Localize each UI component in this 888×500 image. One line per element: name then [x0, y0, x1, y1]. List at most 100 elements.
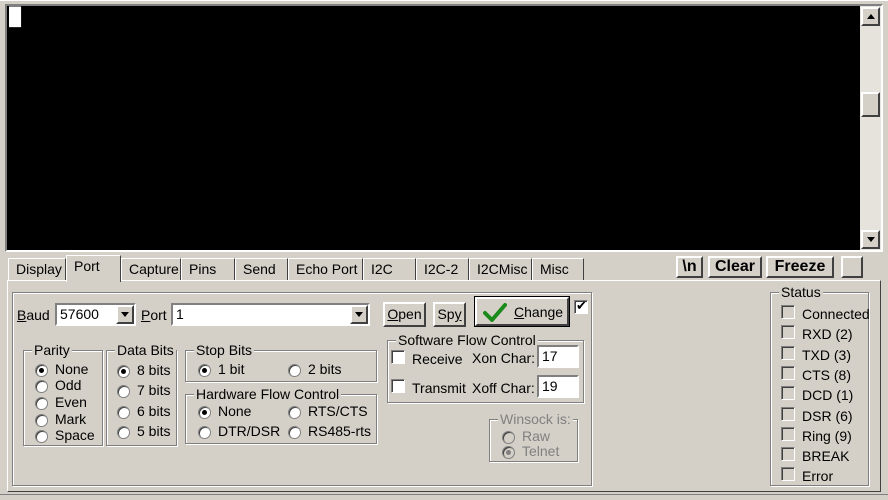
tab-echo-port[interactable]: Echo Port	[288, 258, 363, 280]
open-label-first: O	[387, 306, 399, 322]
hw-flow-option-rts-cts[interactable]: RTS/CTS	[288, 403, 368, 419]
change-label: Change	[514, 304, 564, 320]
chevron-down-icon	[355, 312, 363, 317]
data-bits-option-label: 8 bits	[137, 362, 171, 378]
tab-port[interactable]: Port	[66, 255, 121, 282]
tab-display[interactable]: Display	[8, 258, 66, 280]
freeze-button[interactable]: Freeze	[766, 256, 834, 278]
status-led-icon	[781, 305, 795, 319]
xoff-char-value: 19	[542, 378, 558, 394]
radio-icon	[35, 363, 48, 377]
parity-option-label: Odd	[55, 377, 82, 393]
data-bits-option-6[interactable]: 6 bits	[117, 403, 170, 419]
scroll-thumb[interactable]	[861, 92, 880, 117]
winsock-option-raw[interactable]: Raw	[502, 428, 550, 444]
stop-bits-option-label: 1 bit	[218, 361, 245, 377]
parity-option-label: Space	[55, 427, 95, 443]
tab-i2c[interactable]: I2C	[363, 258, 416, 280]
tab-i2cmisc-label: I2CMisc	[477, 261, 528, 277]
port-select[interactable]: 1	[171, 303, 370, 326]
data-bits-option-7[interactable]: 7 bits	[117, 382, 170, 398]
sw-flow-transmit-label: Transmit	[412, 380, 466, 396]
xoff-char-label: Xoff Char:	[472, 380, 535, 396]
radio-icon	[35, 429, 48, 443]
tab-display-label: Display	[16, 261, 62, 277]
status-indicator: BREAK	[781, 447, 849, 464]
radio-icon	[35, 379, 48, 393]
tab-send[interactable]: Send	[235, 258, 288, 280]
hw-flow-option-dtr-dsr[interactable]: DTR/DSR	[198, 423, 280, 439]
tab-i2c-2[interactable]: I2C-2	[416, 258, 469, 280]
scroll-down-button[interactable]	[861, 230, 880, 249]
winsock-option-telnet[interactable]: Telnet	[502, 443, 559, 459]
status-indicator: TXD (3)	[781, 345, 851, 363]
radio-icon	[288, 363, 301, 377]
change-button[interactable]: Change	[474, 296, 570, 327]
parity-option-space[interactable]: Space	[35, 427, 95, 443]
port-dropdown-button[interactable]	[350, 305, 368, 324]
status-indicator: CTS (8)	[781, 365, 851, 383]
parity-option-mark[interactable]: Mark	[35, 411, 86, 427]
clear-label: Clear	[714, 258, 756, 275]
status-indicator: RXD (2)	[781, 325, 853, 342]
port-label: Port	[141, 307, 167, 323]
parity-option-odd[interactable]: Odd	[35, 377, 81, 393]
data-bits-option-8[interactable]: 8 bits	[117, 362, 170, 378]
winsock-option-label: Telnet	[522, 443, 560, 459]
status-indicator-label: RXD (2)	[802, 326, 853, 343]
status-led-icon	[781, 345, 795, 360]
tab-misc[interactable]: Misc	[532, 258, 584, 280]
radio-icon	[35, 413, 48, 427]
open-button[interactable]: Open	[383, 302, 426, 327]
radio-icon	[288, 425, 301, 439]
baud-select[interactable]: 57600	[55, 303, 136, 326]
sw-flow-receive-label: Receive	[412, 351, 463, 367]
hw-flow-option-none[interactable]: None	[198, 403, 251, 419]
stop-bits-option-label: 2 bits	[308, 361, 342, 377]
parity-option-even[interactable]: Even	[35, 394, 87, 410]
status-led-icon	[781, 386, 795, 401]
stop-bits-option-2[interactable]: 2 bits	[288, 361, 341, 377]
status-indicator-label: TXD (3)	[802, 346, 851, 363]
tab-i2c-2-label: I2C-2	[424, 261, 459, 277]
status-indicator: DCD (1)	[781, 386, 853, 403]
change-checkbox[interactable]	[574, 298, 588, 314]
parity-option-none[interactable]: None	[35, 361, 88, 377]
checkbox-icon	[391, 350, 405, 364]
tab-capture[interactable]: Capture	[121, 258, 181, 280]
data-bits-option-label: 5 bits	[137, 423, 171, 439]
newline-button[interactable]: \n	[676, 256, 703, 278]
sw-flow-receive-checkbox[interactable]: Receive	[391, 350, 463, 367]
radio-icon	[117, 425, 130, 439]
terminal-cursor: █	[9, 7, 22, 26]
stop-bits-option-1[interactable]: 1 bit	[198, 361, 244, 377]
spy-button[interactable]: Spy	[433, 302, 466, 327]
data-bits-option-5[interactable]: 5 bits	[117, 423, 170, 439]
radio-icon	[502, 430, 515, 444]
sw-flow-transmit-checkbox[interactable]: Transmit	[391, 379, 466, 396]
status-led-icon	[781, 406, 795, 421]
status-led-icon	[781, 426, 795, 441]
status-led-icon	[781, 365, 795, 380]
status-led-icon	[781, 325, 795, 340]
terminal-display[interactable]: █	[5, 4, 883, 252]
tab-port-label: Port	[74, 258, 100, 274]
tab-i2cmisc[interactable]: I2CMisc	[469, 258, 532, 280]
tab-i2c-label: I2C	[371, 261, 393, 277]
hw-flow-option-label: RS485-rts	[308, 423, 372, 439]
status-led-icon	[781, 467, 795, 482]
tab-capture-label: Capture	[129, 261, 179, 277]
tab-misc-label: Misc	[540, 261, 569, 277]
terminal-scrollbar[interactable]	[860, 6, 881, 250]
parity-title: Parity	[32, 342, 72, 358]
xon-char-input[interactable]: 17	[537, 345, 579, 368]
blank-toggle-button[interactable]	[841, 256, 863, 278]
hw-flow-option-rs485[interactable]: RS485-rts	[288, 423, 371, 439]
scroll-up-button[interactable]	[861, 7, 880, 26]
status-indicator-label: CTS (8)	[802, 366, 851, 383]
baud-dropdown-button[interactable]	[116, 305, 134, 324]
tab-pins[interactable]: Pins	[181, 258, 235, 280]
clear-button[interactable]: Clear	[708, 256, 762, 278]
xoff-char-input[interactable]: 19	[537, 375, 579, 398]
newline-label: \n	[682, 258, 697, 275]
